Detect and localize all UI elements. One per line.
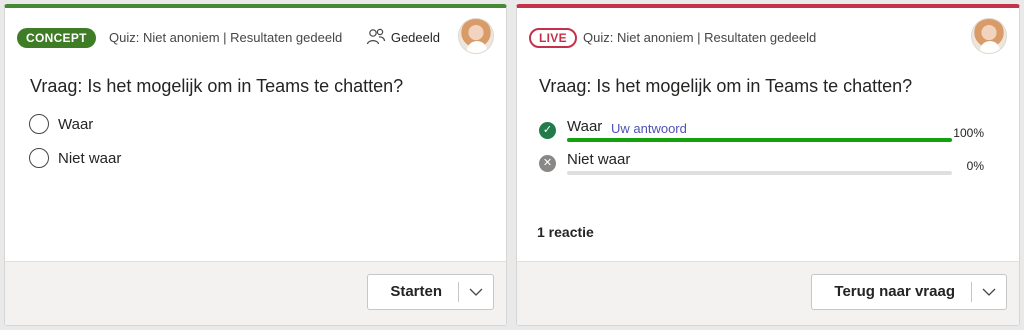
radio-button[interactable]	[29, 114, 49, 134]
result-bar	[567, 138, 952, 142]
shared-indicator[interactable]: Gedeeld	[366, 28, 440, 46]
start-split-button[interactable]: Starten	[367, 274, 494, 310]
avatar[interactable]	[458, 18, 494, 54]
result-percent: 100%	[953, 126, 984, 140]
shared-label: Gedeeld	[390, 29, 440, 45]
option-label: Waar	[58, 115, 94, 133]
result-label: Waar	[567, 118, 603, 135]
card-footer: Terug naar vraag	[517, 261, 1019, 325]
back-to-question-button[interactable]: Terug naar vraag	[812, 282, 972, 302]
avatar[interactable]	[971, 18, 1007, 54]
back-split-button[interactable]: Terug naar vraag	[811, 274, 1007, 310]
card-footer: Starten	[5, 261, 506, 325]
quiz-meta: Quiz: Niet anoniem | Resultaten gedeeld	[583, 30, 817, 45]
question-text: Vraag: Is het mogelijk om in Teams te ch…	[539, 76, 913, 96]
radio-button[interactable]	[29, 148, 49, 168]
live-poll-card: LIVE Quiz: Niet anoniem | Resultaten ged…	[516, 4, 1020, 326]
status-badge: LIVE	[529, 28, 577, 48]
check-circle-icon: ✓	[539, 122, 556, 139]
x-circle-icon: ✕	[539, 155, 556, 172]
your-answer-tag: Uw antwoord	[611, 121, 687, 136]
draft-poll-card: CONCEPT Quiz: Niet anoniem | Resultaten …	[4, 4, 507, 326]
chevron-down-icon	[469, 288, 483, 296]
card-header: LIVE Quiz: Niet anoniem | Resultaten ged…	[529, 18, 1007, 54]
chevron-down-icon	[982, 288, 996, 296]
result-bar-fill	[567, 138, 952, 142]
question-text: Vraag: Is het mogelijk om in Teams te ch…	[30, 76, 404, 96]
option-waar[interactable]: Waar	[29, 114, 93, 134]
start-button[interactable]: Starten	[368, 282, 459, 302]
reaction-count[interactable]: 1 reactie	[537, 224, 594, 240]
status-badge: CONCEPT	[17, 28, 96, 48]
result-percent: 0%	[966, 159, 984, 173]
people-shared-icon	[366, 28, 385, 45]
result-label: Niet waar	[567, 151, 631, 168]
card-header: CONCEPT Quiz: Niet anoniem | Resultaten …	[17, 18, 494, 54]
more-options-button[interactable]	[459, 275, 493, 309]
more-options-button[interactable]	[972, 275, 1006, 309]
quiz-meta: Quiz: Niet anoniem | Resultaten gedeeld	[109, 30, 343, 45]
option-label: Niet waar	[58, 149, 122, 167]
result-bar	[567, 171, 952, 175]
option-niet-waar[interactable]: Niet waar	[29, 148, 121, 168]
